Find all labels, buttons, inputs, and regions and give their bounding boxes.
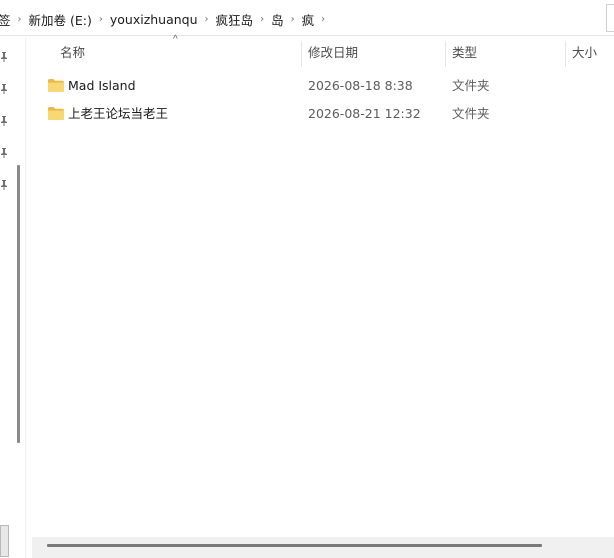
column-divider[interactable] bbox=[301, 41, 302, 67]
breadcrumb-item-youxizhuanqu[interactable]: youxizhuanqu bbox=[108, 12, 200, 27]
search-box-edge[interactable] bbox=[606, 4, 614, 32]
column-divider[interactable] bbox=[445, 41, 446, 67]
breadcrumb-item-dao[interactable]: 岛 bbox=[269, 10, 286, 29]
column-header: ^ 名称 修改日期 类型 大小 bbox=[26, 34, 614, 69]
pin-icon[interactable] bbox=[0, 180, 8, 190]
sort-ascending-icon: ^ bbox=[173, 34, 178, 45]
folder-icon bbox=[48, 107, 64, 120]
table-row[interactable]: Mad Island 2026-08-18 8:38 文件夹 bbox=[42, 72, 614, 100]
folder-icon bbox=[48, 79, 64, 92]
column-header-size[interactable]: 大小 bbox=[572, 37, 597, 69]
nav-pane-scrollbar-thumb[interactable] bbox=[17, 165, 20, 443]
column-header-type[interactable]: 类型 bbox=[452, 37, 477, 69]
breadcrumb-chevron-icon[interactable]: › bbox=[255, 14, 269, 25]
column-header-name[interactable]: 名称 bbox=[60, 37, 85, 69]
file-name: 上老王论坛当老王 bbox=[68, 106, 169, 121]
breadcrumb-chevron-icon[interactable]: › bbox=[316, 14, 330, 25]
file-type: 文件夹 bbox=[452, 78, 490, 93]
table-row[interactable]: 上老王论坛当老王 2026-08-21 12:32 文件夹 bbox=[42, 100, 614, 128]
address-bar[interactable]: 签 › 新加卷 (E:) › youxizhuanqu › 疯狂岛 › 岛 › … bbox=[0, 0, 614, 36]
breadcrumb-item-drive[interactable]: 新加卷 (E:) bbox=[27, 10, 94, 29]
navigation-pane bbox=[0, 37, 10, 558]
breadcrumb-item-fengkuangdao[interactable]: 疯狂岛 bbox=[214, 10, 256, 29]
column-divider[interactable] bbox=[565, 41, 566, 67]
pin-icon[interactable] bbox=[0, 52, 8, 62]
breadcrumb: 签 › 新加卷 (E:) › youxizhuanqu › 疯狂岛 › 岛 › … bbox=[0, 10, 330, 28]
file-type: 文件夹 bbox=[452, 106, 490, 121]
nav-pane-item-partial[interactable] bbox=[0, 525, 9, 557]
pin-icon[interactable] bbox=[0, 148, 8, 158]
breadcrumb-chevron-icon[interactable]: › bbox=[13, 14, 27, 25]
breadcrumb-chevron-icon[interactable]: › bbox=[286, 14, 300, 25]
pin-icon[interactable] bbox=[0, 84, 8, 94]
file-modified: 2026-08-21 12:32 bbox=[308, 106, 421, 121]
file-modified: 2026-08-18 8:38 bbox=[308, 78, 413, 93]
horizontal-scrollbar-thumb[interactable] bbox=[47, 544, 542, 547]
pin-icon[interactable] bbox=[0, 116, 8, 126]
breadcrumb-chevron-icon[interactable]: › bbox=[94, 14, 108, 25]
file-list[interactable]: ^ 名称 修改日期 类型 大小 Mad Island 2026-08-18 8:… bbox=[26, 34, 614, 537]
breadcrumb-chevron-icon[interactable]: › bbox=[200, 14, 214, 25]
file-name: Mad Island bbox=[68, 78, 136, 93]
breadcrumb-item-feng[interactable]: 疯 bbox=[300, 10, 317, 29]
breadcrumb-item-quick[interactable]: 签 bbox=[0, 10, 13, 29]
horizontal-scrollbar[interactable] bbox=[32, 537, 614, 558]
column-header-modified[interactable]: 修改日期 bbox=[308, 37, 358, 69]
